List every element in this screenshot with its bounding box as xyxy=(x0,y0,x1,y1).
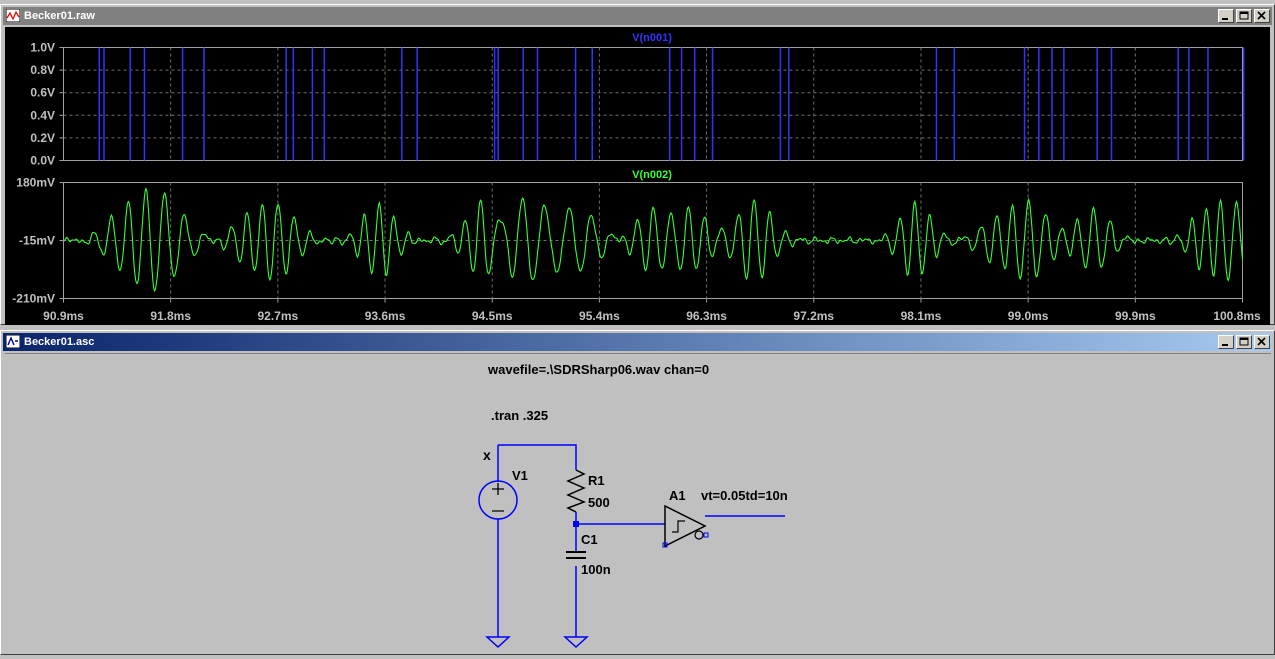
capacitor-c1[interactable]: C1 100n xyxy=(566,532,611,577)
wires xyxy=(497,444,785,637)
buffer-icon xyxy=(664,504,707,548)
ground-icon xyxy=(485,636,511,649)
r1-name: R1 xyxy=(588,473,605,488)
waveform-window-titlebar[interactable]: Becker01.raw xyxy=(3,7,1272,25)
upper-y-axis-labels: 1.0V 0.8V 0.6V 0.4V 0.2V 0.0V xyxy=(30,41,64,168)
x-tick-label: 95.4ms xyxy=(579,309,620,323)
y-tick-label: 0.6V xyxy=(30,86,55,100)
x-tick-label: 98.1ms xyxy=(901,309,942,323)
maximize-icon xyxy=(1239,11,1249,20)
maximize-button[interactable] xyxy=(1236,9,1252,23)
junction-dot xyxy=(573,521,579,527)
ground-symbol-c1 xyxy=(563,636,589,649)
lower-pane: V(n002) 180mV -15mV -210mV xyxy=(12,169,1244,306)
close-button[interactable] xyxy=(1254,335,1270,349)
x-tick-label: 99.9ms xyxy=(1115,309,1156,323)
maximize-button[interactable] xyxy=(1236,335,1252,349)
net-label-x[interactable]: x xyxy=(483,447,491,463)
upper-pane: V(n001) 1.0V 0.8V 0.6V 0.4V 0.2V 0.0V xyxy=(30,32,1245,168)
c1-value: 100n xyxy=(581,562,611,577)
close-icon xyxy=(1257,11,1266,20)
schmitt-buffer-a1[interactable]: A1 vt=0.05td=10n xyxy=(662,488,788,548)
minimize-icon xyxy=(1222,18,1228,20)
minimize-button[interactable] xyxy=(1218,335,1234,349)
schematic-window[interactable]: Becker01.asc wavefile=.\SDRSharp06.wav c… xyxy=(0,330,1275,655)
trace-label-v-n001[interactable]: V(n001) xyxy=(632,32,672,44)
y-tick-label: -15mV xyxy=(19,234,55,248)
lower-trace xyxy=(63,186,1244,292)
close-icon xyxy=(1257,337,1266,346)
y-tick-label: 1.0V xyxy=(30,41,55,55)
schematic-drawing[interactable]: wavefile=.\SDRSharp06.wav chan=0 .tran .… xyxy=(5,354,1271,654)
x-tick-label: 96.3ms xyxy=(686,309,727,323)
trace-label-v-n002[interactable]: V(n002) xyxy=(632,169,672,181)
ground-symbol-v1 xyxy=(485,636,511,649)
resistor-icon xyxy=(566,469,586,513)
resistor-r1[interactable]: R1 500 xyxy=(566,469,610,513)
y-tick-label: 0.0V xyxy=(30,154,55,168)
waveform-window[interactable]: Becker01.raw V(n001) 1.0V 0.8V 0.6V 0.4V 0.2… xyxy=(0,4,1275,325)
x-tick-label: 90.9ms xyxy=(43,309,84,323)
waveform-window-title: Becker01.raw xyxy=(24,10,95,22)
tran-directive[interactable]: .tran .325 xyxy=(491,408,548,423)
maximize-icon xyxy=(1239,337,1249,346)
upper-plot-frame xyxy=(63,47,1243,161)
schematic-icon xyxy=(6,335,20,348)
x-tick-label: 94.5ms xyxy=(472,309,513,323)
x-tick-label: 93.6ms xyxy=(365,309,406,323)
y-tick-label: 0.2V xyxy=(30,131,55,145)
schematic-window-titlebar[interactable]: Becker01.asc xyxy=(3,333,1272,351)
voltage-source-v1[interactable]: V1 xyxy=(478,468,528,520)
a1-params: vt=0.05td=10n xyxy=(701,488,788,503)
capacitor-icon xyxy=(566,551,586,559)
y-tick-label: 0.8V xyxy=(30,63,55,77)
lower-y-axis-labels: 180mV -15mV -210mV xyxy=(12,176,64,306)
upper-grid xyxy=(63,47,1243,161)
plot-pane[interactable]: V(n001) 1.0V 0.8V 0.6V 0.4V 0.2V 0.0V V(n002)… xyxy=(5,27,1270,325)
x-tick-label: 99.0ms xyxy=(1008,309,1049,323)
v1-name: V1 xyxy=(512,468,528,483)
waveform-plot[interactable]: V(n001) 1.0V 0.8V 0.6V 0.4V 0.2V 0.0V V(n002)… xyxy=(5,27,1270,325)
schematic-window-title: Becker01.asc xyxy=(24,336,95,348)
c1-name: C1 xyxy=(581,532,598,547)
minimize-button[interactable] xyxy=(1218,9,1234,23)
schematic-canvas[interactable]: wavefile=.\SDRSharp06.wav chan=0 .tran .… xyxy=(5,353,1271,654)
x-tick-label: 97.2ms xyxy=(793,309,834,323)
a1-name: A1 xyxy=(669,488,686,503)
wavefile-directive[interactable]: wavefile=.\SDRSharp06.wav chan=0 xyxy=(487,362,709,377)
y-tick-label: 0.4V xyxy=(30,108,55,122)
x-tick-label: 92.7ms xyxy=(258,309,299,323)
ground-icon xyxy=(563,636,589,649)
y-tick-label: 180mV xyxy=(16,176,55,190)
waveform-icon xyxy=(6,9,20,22)
upper-trace xyxy=(98,47,1245,161)
minimize-icon xyxy=(1222,344,1228,346)
x-tick-label: 100.8ms xyxy=(1213,309,1261,323)
x-axis-labels: 90.9ms 91.8ms 92.7ms 93.6ms 94.5ms 95.4ms 96.3… xyxy=(43,298,1261,323)
close-button[interactable] xyxy=(1254,9,1270,23)
v-n002-trace xyxy=(63,186,1244,292)
r1-value: 500 xyxy=(588,495,610,510)
x-tick-label: 91.8ms xyxy=(150,309,191,323)
y-tick-label: -210mV xyxy=(12,292,55,306)
